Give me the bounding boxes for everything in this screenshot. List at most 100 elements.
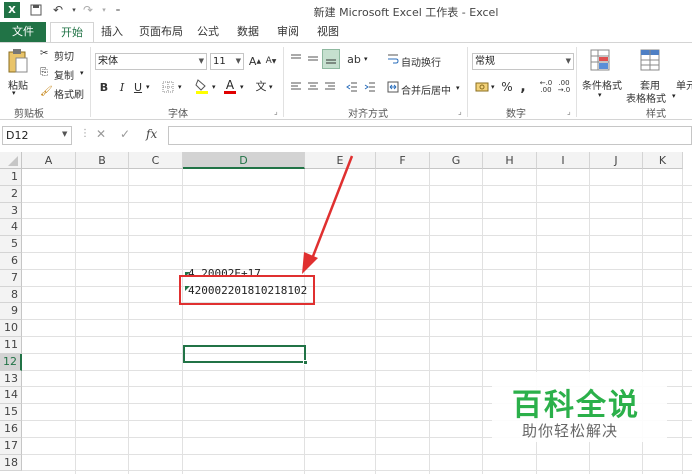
column-header-g[interactable]: G	[430, 152, 483, 169]
tab-review[interactable]: 审阅	[272, 22, 304, 42]
column-header-f[interactable]: F	[376, 152, 430, 169]
percent-button[interactable]: %	[500, 79, 514, 95]
format-table-dropdown-icon[interactable]: ▾	[672, 92, 676, 100]
phonetic-dropdown-icon[interactable]: ▾	[269, 83, 273, 91]
format-painter-button[interactable]: 格式刷	[54, 86, 84, 101]
fill-color-dropdown-icon[interactable]: ▾	[212, 83, 216, 91]
fill-handle[interactable]	[303, 360, 308, 365]
orientation-dropdown-icon[interactable]: ▾	[364, 55, 368, 63]
copy-dropdown-icon[interactable]: ▾	[80, 69, 84, 77]
merge-dropdown-icon[interactable]: ▾	[456, 84, 460, 92]
wrap-text-icon[interactable]	[386, 51, 400, 67]
borders-dropdown-icon[interactable]: ▾	[178, 83, 182, 91]
column-header-i[interactable]: I	[537, 152, 590, 169]
decrease-decimal-icon[interactable]: .00 →.0	[556, 77, 572, 97]
comma-button[interactable]: ,	[516, 79, 530, 95]
row-header-15[interactable]: 15	[0, 404, 22, 421]
formula-input[interactable]	[168, 126, 692, 145]
bold-button[interactable]: B	[98, 79, 110, 95]
active-cell-d12[interactable]	[183, 345, 306, 363]
column-header-c[interactable]: C	[129, 152, 183, 169]
tab-data[interactable]: 数据	[232, 22, 264, 42]
tab-home[interactable]: 开始	[50, 22, 94, 43]
format-as-table-icon[interactable]	[638, 47, 664, 75]
row-header-9[interactable]: 9	[0, 303, 22, 321]
merge-center-button[interactable]: 合并后居中	[401, 82, 451, 97]
row-header-16[interactable]: 16	[0, 421, 22, 438]
row-header-11[interactable]: 11	[0, 337, 22, 354]
italic-button[interactable]: I	[116, 79, 128, 95]
tab-formulas[interactable]: 公式	[192, 22, 224, 42]
row-header-13[interactable]: 13	[0, 370, 22, 388]
shrink-font-button[interactable]: A ▼	[264, 53, 278, 69]
cell-styles-button[interactable]: 单元	[676, 77, 692, 92]
row-header-5[interactable]: 5	[0, 236, 22, 253]
align-top-icon[interactable]	[288, 51, 304, 67]
cancel-entry-icon[interactable]: ✕	[96, 127, 106, 141]
fill-color-icon[interactable]	[194, 77, 210, 95]
align-middle-icon[interactable]	[305, 51, 321, 67]
column-header-a[interactable]: A	[22, 152, 76, 169]
align-bottom-icon[interactable]	[322, 49, 340, 69]
wrap-text-button[interactable]: 自动换行	[401, 54, 441, 69]
confirm-entry-icon[interactable]: ✓	[120, 127, 130, 141]
borders-icon[interactable]	[160, 79, 176, 95]
font-size-combo[interactable]: 11 ▼	[210, 53, 244, 70]
cut-button[interactable]: 剪切	[54, 48, 74, 63]
increase-decimal-icon[interactable]: ←.0.00	[538, 77, 554, 97]
font-color-dropdown-icon[interactable]: ▾	[240, 83, 244, 91]
row-header-7[interactable]: 7	[0, 269, 22, 287]
paste-label[interactable]: 粘贴	[8, 77, 28, 92]
font-launcher-icon[interactable]: ⌟	[274, 107, 278, 116]
tab-insert[interactable]: 插入	[96, 22, 128, 42]
column-header-k[interactable]: K	[643, 152, 683, 169]
name-box-dropdown-icon[interactable]: ▼	[62, 130, 67, 138]
currency-dropdown-icon[interactable]: ▾	[491, 83, 495, 91]
format-painter-icon[interactable]: 🖌	[40, 86, 53, 97]
tab-page-layout[interactable]: 页面布局	[134, 22, 188, 42]
increase-indent-icon[interactable]	[362, 79, 378, 95]
select-all-button[interactable]	[0, 152, 22, 169]
row-header-18[interactable]: 18	[0, 454, 22, 472]
decrease-indent-icon[interactable]	[344, 79, 360, 95]
row-header-10[interactable]: 10	[0, 320, 22, 337]
paste-dropdown-icon[interactable]: ▾	[12, 89, 16, 97]
row-header-1[interactable]: 1	[0, 169, 22, 186]
currency-icon[interactable]	[474, 79, 490, 95]
row-header-2[interactable]: 2	[0, 185, 22, 203]
paste-icon[interactable]	[6, 47, 30, 75]
copy-button[interactable]: 复制	[54, 67, 74, 82]
row-header-4[interactable]: 4	[0, 219, 22, 237]
column-header-j[interactable]: J	[590, 152, 643, 169]
conditional-formatting-button[interactable]: 条件格式	[582, 77, 622, 92]
insert-function-button[interactable]: fx	[146, 127, 157, 141]
align-right-icon[interactable]	[322, 79, 338, 95]
font-color-icon[interactable]: A	[222, 77, 238, 95]
format-as-table-line2[interactable]: 表格格式	[626, 90, 666, 105]
cut-icon[interactable]: ✂	[40, 48, 48, 59]
conditional-formatting-icon[interactable]	[588, 47, 614, 75]
row-header-3[interactable]: 3	[0, 202, 22, 220]
align-left-icon[interactable]	[288, 79, 304, 95]
row-header-8[interactable]: 8	[0, 286, 22, 304]
column-header-h[interactable]: H	[483, 152, 537, 169]
grow-font-button[interactable]: A ▲	[248, 53, 262, 69]
column-header-b[interactable]: B	[76, 152, 129, 169]
underline-button[interactable]: U	[132, 79, 144, 95]
copy-icon[interactable]: ⎘	[40, 67, 48, 78]
row-header-12[interactable]: 12	[0, 353, 22, 371]
row-header-6[interactable]: 6	[0, 253, 22, 270]
underline-dropdown-icon[interactable]: ▾	[146, 83, 150, 91]
row-header-14[interactable]: 14	[0, 387, 22, 405]
font-name-combo[interactable]: 宋体 ▼	[95, 53, 207, 70]
alignment-launcher-icon[interactable]: ⌟	[458, 107, 462, 116]
orientation-icon[interactable]: ab	[346, 51, 362, 67]
conditional-dropdown-icon[interactable]: ▾	[598, 91, 602, 99]
align-center-icon[interactable]	[305, 79, 321, 95]
number-launcher-icon[interactable]: ⌟	[567, 107, 571, 116]
merge-center-icon[interactable]	[386, 79, 400, 95]
tab-file[interactable]: 文件	[0, 22, 46, 42]
number-format-combo[interactable]: 常规 ▼	[472, 53, 574, 70]
tab-view[interactable]: 视图	[312, 22, 344, 42]
column-header-d[interactable]: D	[183, 152, 305, 169]
